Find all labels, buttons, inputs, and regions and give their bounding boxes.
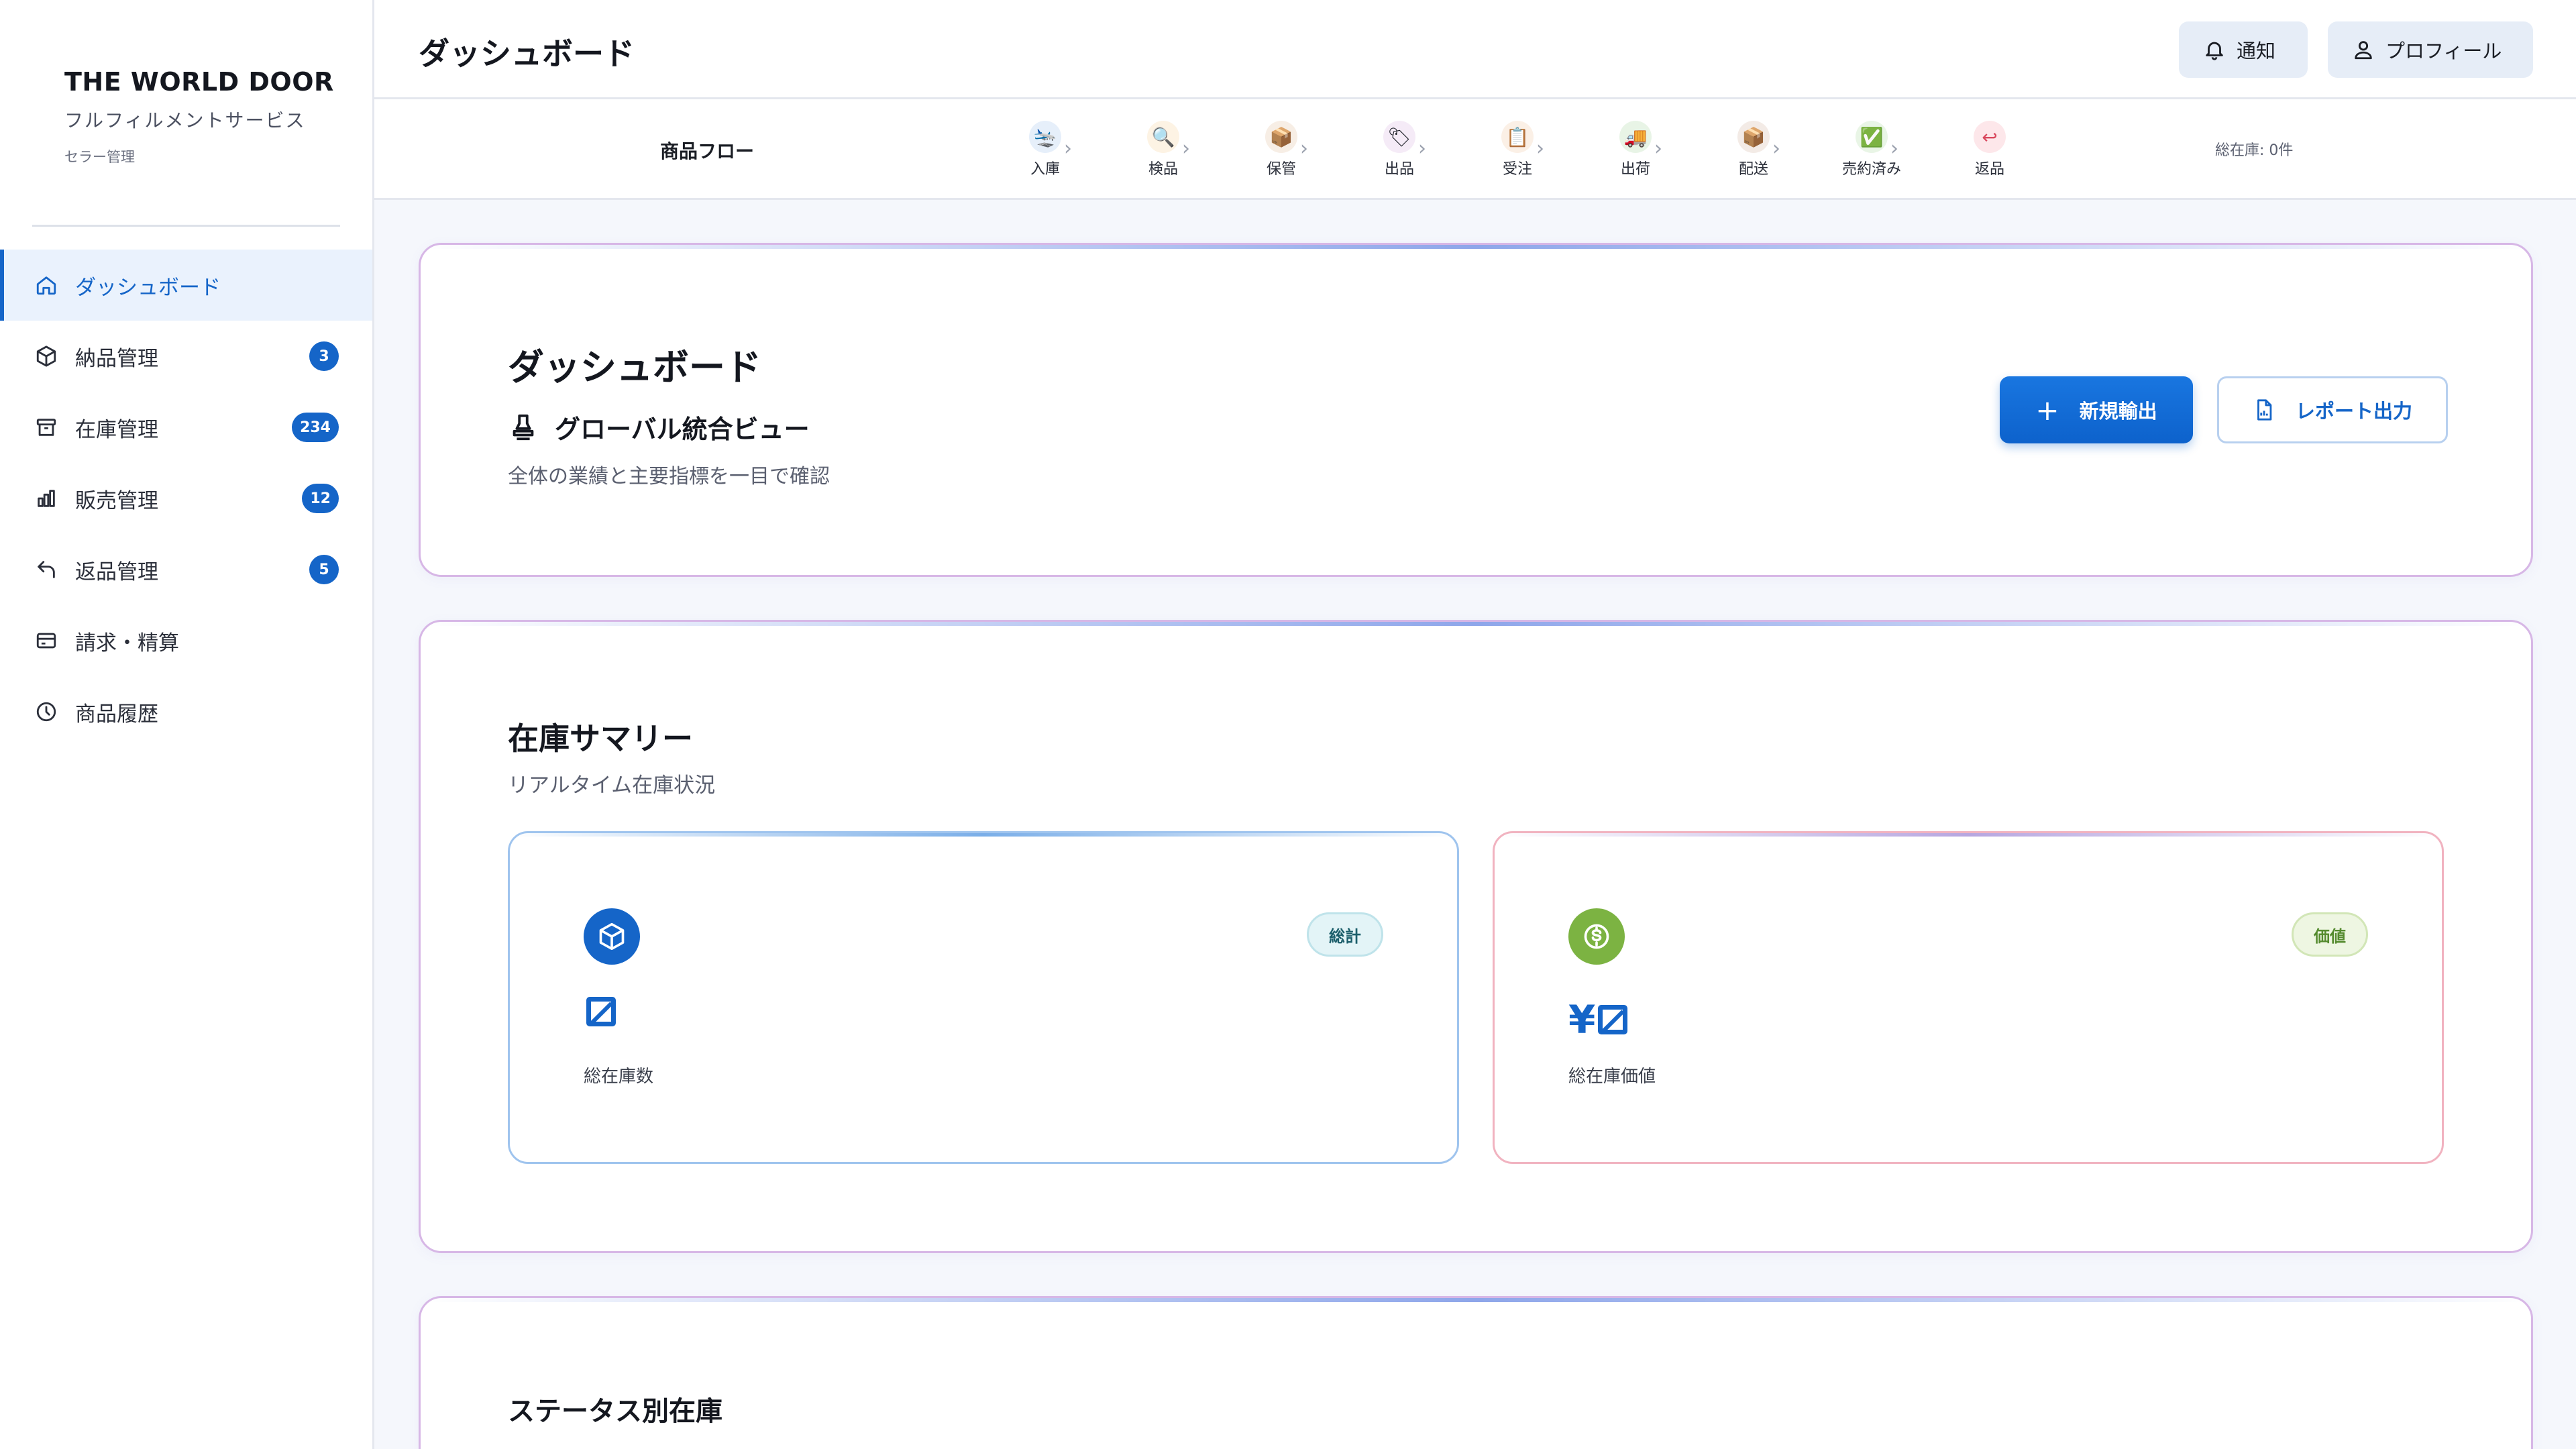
overview-subtitle: グローバル統合ビュー bbox=[508, 409, 810, 445]
flow-step-returns[interactable]: ↩ 返品 bbox=[1956, 121, 2023, 178]
sidebar: THE WORLD DOOR フルフィルメントサービス セラー管理 ダッシュボー… bbox=[0, 0, 374, 1449]
return-arrow-icon: ↩ bbox=[1974, 121, 2006, 153]
inventory-description: リアルタイム在庫状況 bbox=[508, 773, 716, 798]
chevron-right-icon: › bbox=[1300, 137, 1308, 160]
bar-chart-icon bbox=[34, 486, 59, 511]
bell-icon bbox=[2206, 42, 2223, 60]
undo-icon bbox=[34, 557, 59, 582]
box-icon bbox=[34, 343, 59, 369]
flow-label: 商品フロー bbox=[660, 140, 755, 162]
credit-card-icon bbox=[34, 628, 59, 653]
chevron-right-icon: › bbox=[1890, 137, 1898, 160]
package-icon: 📦 bbox=[1737, 121, 1770, 153]
stat-chip: 総計 bbox=[1307, 912, 1383, 957]
brand-role: セラー管理 bbox=[64, 149, 135, 165]
stat-chip: 価値 bbox=[2292, 912, 2368, 957]
truck-icon: 🚚 bbox=[1619, 121, 1652, 153]
overview-title: ダッシュボード bbox=[508, 346, 761, 388]
count-badge: 3 bbox=[309, 341, 339, 371]
stamp-icon bbox=[513, 414, 534, 440]
check-icon: ✅ bbox=[1856, 121, 1888, 153]
archive-icon bbox=[34, 415, 59, 440]
top-header: ダッシュボード 通知 プロフィール bbox=[374, 0, 2576, 99]
sidebar-item-label: ダッシュボード bbox=[75, 275, 221, 300]
page-title: ダッシュボード bbox=[419, 36, 635, 72]
profile-button[interactable]: プロフィール bbox=[2328, 21, 2533, 78]
sidebar-item-label: 請求・精算 bbox=[75, 631, 179, 655]
total-stock-card: 総計 総在庫数 bbox=[508, 831, 1459, 1164]
stock-value-card: 価値 ¥ 総在庫価値 bbox=[1493, 831, 2444, 1164]
chevron-right-icon: › bbox=[1064, 137, 1072, 160]
count-badge: 12 bbox=[302, 484, 339, 513]
product-flow-bar: 商品フロー 🛬 入庫 › 🔍 検品 › 📦 保管 › 🏷 出品 › 📋 受注 ›… bbox=[374, 99, 2576, 200]
sidebar-item-label: 在庫管理 bbox=[75, 417, 158, 442]
clipboard-icon: 📋 bbox=[1501, 121, 1534, 153]
sidebar-item-deliveries[interactable]: 納品管理 3 bbox=[0, 321, 372, 392]
chevron-right-icon: › bbox=[1182, 137, 1190, 160]
brand-subtitle: フルフィルメントサービス bbox=[64, 109, 306, 131]
chevron-right-icon: › bbox=[1418, 137, 1426, 160]
sidebar-item-inventory[interactable]: 在庫管理 234 bbox=[0, 392, 372, 463]
overview-subtitle-text: グローバル統合ビュー bbox=[555, 415, 810, 444]
value-prefix: ¥ bbox=[1568, 997, 1596, 1042]
inventory-summary-card: 在庫サマリー リアルタイム在庫状況 総計 総在庫数 価値 ¥ 総在庫価値 bbox=[419, 620, 2533, 1253]
notification-button[interactable]: 通知 bbox=[2179, 21, 2308, 78]
flow-step-label: 返品 bbox=[1974, 161, 2004, 178]
sidebar-item-sales[interactable]: 販売管理 12 bbox=[0, 463, 372, 534]
tag-icon: 🏷 bbox=[1383, 121, 1415, 153]
new-export-button[interactable]: + 新規輸出 bbox=[2000, 376, 2193, 443]
notification-label: 通知 bbox=[2237, 40, 2276, 62]
total-stock-value bbox=[584, 997, 616, 1026]
package-icon: 📦 bbox=[1265, 121, 1297, 153]
home-icon bbox=[34, 272, 59, 298]
empty-value-glyph bbox=[586, 997, 616, 1026]
count-badge: 5 bbox=[309, 555, 339, 584]
chevron-right-icon: › bbox=[1772, 137, 1780, 160]
flow-total-count: 総在庫: 0件 bbox=[2215, 142, 2294, 159]
report-export-button[interactable]: レポート出力 bbox=[2217, 376, 2448, 443]
user-icon bbox=[2355, 41, 2372, 60]
sidebar-item-label: 納品管理 bbox=[75, 346, 158, 371]
document-chart-icon bbox=[2257, 399, 2272, 421]
chevron-right-icon: › bbox=[1536, 137, 1544, 160]
divider bbox=[32, 225, 340, 227]
sidebar-item-billing[interactable]: 請求・精算 bbox=[0, 605, 372, 676]
clock-icon bbox=[34, 699, 59, 724]
sidebar-item-returns[interactable]: 返品管理 5 bbox=[0, 534, 372, 605]
sidebar-item-label: 商品履歴 bbox=[75, 702, 158, 727]
count-badge: 234 bbox=[292, 413, 339, 442]
stat-label: 総在庫価値 bbox=[1568, 1067, 1656, 1087]
plus-icon: + bbox=[2035, 393, 2059, 427]
dollar-coin-icon bbox=[1568, 908, 1625, 965]
inventory-title: 在庫サマリー bbox=[508, 720, 693, 757]
sidebar-item-label: 返品管理 bbox=[75, 559, 158, 584]
sidebar-item-dashboard[interactable]: ダッシュボード bbox=[0, 250, 372, 321]
sidebar-item-history[interactable]: 商品履歴 bbox=[0, 676, 372, 747]
profile-label: プロフィール bbox=[2385, 40, 2502, 62]
overview-card: ダッシュボード グローバル統合ビュー 全体の業績と主要指標を一目で確認 + 新規… bbox=[419, 243, 2533, 577]
overview-description: 全体の業績と主要指標を一目で確認 bbox=[508, 465, 830, 488]
chevron-right-icon: › bbox=[1654, 137, 1662, 160]
report-export-label: レポート出力 bbox=[2295, 400, 2412, 423]
magnifier-icon: 🔍 bbox=[1147, 121, 1179, 153]
cube-icon bbox=[584, 908, 640, 965]
new-export-label: 新規輸出 bbox=[2079, 400, 2157, 423]
status-section-title: ステータス別在庫 bbox=[508, 1396, 722, 1427]
receiving-icon: 🛬 bbox=[1029, 121, 1061, 153]
stock-value-amount: ¥ bbox=[1568, 997, 1628, 1042]
sidebar-item-label: 販売管理 bbox=[75, 488, 158, 513]
brand-block: THE WORLD DOOR フルフィルメントサービス セラー管理 bbox=[0, 0, 372, 227]
empty-value-glyph bbox=[1598, 1005, 1628, 1034]
brand-name: THE WORLD DOOR bbox=[64, 67, 334, 97]
stat-label: 総在庫数 bbox=[584, 1067, 654, 1087]
status-inventory-card: ステータス別在庫 bbox=[419, 1296, 2533, 1449]
sidebar-nav: ダッシュボード 納品管理 3 在庫管理 234 販売管理 12 返品管理 5 請… bbox=[0, 250, 372, 747]
